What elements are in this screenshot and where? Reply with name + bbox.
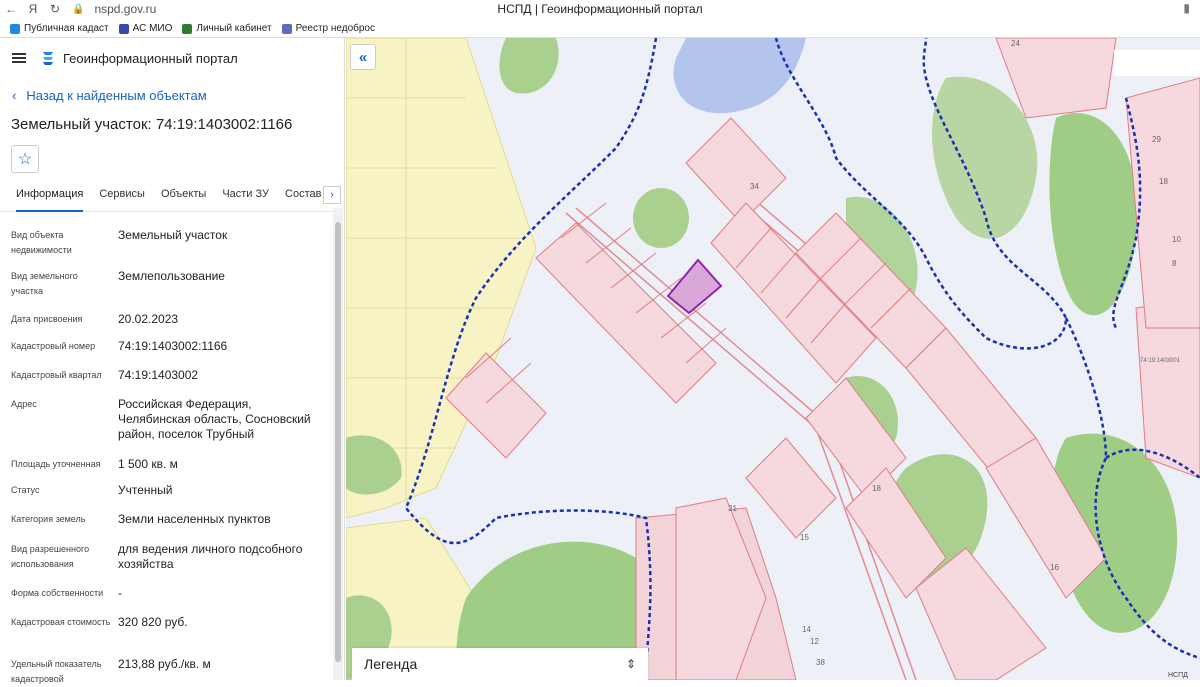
address-bar[interactable]: nspd.gov.ru: [94, 2, 156, 16]
star-icon: ☆: [17, 151, 33, 168]
object-info-panel: Геоинформационный портал ‹ Назад к найде…: [0, 38, 345, 684]
attribute-label: Кадастровая стоимость: [11, 617, 111, 627]
map-parcel-label: 12: [810, 637, 819, 646]
tabs-next-button[interactable]: ›: [323, 186, 341, 204]
attribute-value: 320 820 руб.: [118, 615, 188, 629]
attribute-value: Земельный участок: [118, 228, 228, 242]
legend-label: Легенда: [364, 656, 418, 672]
attribute-value: 213,88 руб./кв. м: [118, 657, 211, 671]
attribute-label: Вид разрешенного использования: [11, 544, 90, 569]
map-quarter-label: 74:19:1403001: [1140, 358, 1181, 364]
bookmark-item[interactable]: Публичная кадаст: [10, 23, 109, 34]
map-parcel-label: 18: [872, 484, 881, 493]
map-parcel-label: 21: [728, 504, 737, 513]
attribute-value: Учтенный: [118, 483, 173, 497]
map-parcel-label: 24: [1011, 39, 1020, 48]
menu-icon[interactable]: [12, 53, 26, 63]
tab-objects[interactable]: Объекты: [161, 184, 206, 212]
map-parcel-label: 10: [1172, 235, 1181, 244]
map-view[interactable]: 24 34 21 15 14 12 38 18 29 18 10 8 16 74…: [346, 38, 1200, 680]
map-parcel-label: 18: [1159, 177, 1168, 186]
attribute-value: 1 500 кв. м: [118, 457, 178, 471]
bookmark-favicon-icon: [281, 23, 292, 34]
attribute-label: Кадастровый квартал: [11, 370, 102, 380]
expand-collapse-icon[interactable]: ⇕: [626, 657, 636, 671]
bookmark-favicon-icon: [118, 23, 129, 34]
map-parcel-label: 14: [802, 625, 811, 634]
attribute-value: 20.02.2023: [118, 312, 179, 326]
tab-services[interactable]: Сервисы: [99, 184, 145, 212]
map-parcel-label: 8: [1172, 259, 1177, 268]
map-parcel-label: 29: [1152, 135, 1161, 144]
attribute-label: Удельный показатель кадастровой: [11, 659, 102, 684]
chevron-right-icon: ›: [330, 189, 334, 201]
map-attribution-label: НСПД: [1168, 672, 1188, 679]
bookmark-icon[interactable]: ▮: [1183, 1, 1190, 15]
bookmark-item[interactable]: АС МИО: [118, 23, 172, 34]
yandex-icon[interactable]: Я: [22, 2, 44, 16]
double-chevron-left-icon: «: [358, 48, 368, 66]
attribute-label: Категория земель: [11, 514, 86, 524]
attribute-label: Вид земельного участка: [11, 271, 78, 296]
attribute-value: 74:19:1403002: [118, 368, 199, 382]
attribute-label: Дата присвоения: [11, 314, 83, 324]
attribute-label: Адрес: [11, 399, 37, 409]
favorite-button[interactable]: ☆: [11, 145, 39, 173]
panel-scrollbar[interactable]: [333, 208, 343, 680]
object-tabs: Информация Сервисы Объекты Части ЗУ Сост…: [0, 184, 345, 212]
map-parcel-label: 38: [816, 658, 825, 667]
object-title: Земельный участок: 74:19:1403002:1166: [11, 116, 293, 133]
scrollbar-thumb[interactable]: [335, 222, 341, 662]
browser-toolbar: ← Я ↻ 🔒 nspd.gov.ru: [0, 0, 1200, 18]
portal-logo-icon: [43, 52, 53, 65]
reload-icon[interactable]: ↻: [44, 2, 66, 16]
attribute-label: Форма собственности: [11, 588, 104, 598]
attribute-value: Земли населенных пунктов: [118, 512, 271, 526]
bookmark-favicon-icon: [10, 23, 20, 34]
tab-parts[interactable]: Части ЗУ: [222, 184, 269, 212]
attribute-value: для ведения личного подсобного хозяйства: [118, 542, 303, 571]
map-parcel-label: 34: [750, 182, 759, 191]
attribute-label: Статус: [11, 485, 40, 495]
bookmark-item[interactable]: Личный кабинет: [182, 23, 272, 34]
back-nav-icon[interactable]: ←: [0, 2, 22, 16]
map-parcel-label: 16: [1050, 563, 1059, 572]
map-control-box: [1114, 50, 1200, 76]
back-to-results-link[interactable]: ‹ Назад к найденным объектам: [12, 88, 207, 103]
tab-composition[interactable]: Состав: [285, 184, 321, 212]
bookmark-favicon-icon: [182, 23, 193, 34]
legend-panel[interactable]: Легенда ⇕: [352, 648, 648, 680]
lock-icon: 🔒: [72, 3, 85, 15]
collapse-panel-button[interactable]: «: [350, 44, 376, 70]
chevron-left-icon: ‹: [12, 88, 17, 103]
bookmarks-bar: Публичная кадаст АС МИО Личный кабинет Р…: [0, 20, 1200, 38]
app-header: Геоинформационный портал: [0, 38, 345, 78]
attribute-value: Российская Федерация, Челябинская област…: [118, 397, 311, 441]
attribute-value: 74:19:1403002:1166: [118, 339, 228, 353]
attribute-label: Кадастровый номер: [11, 341, 96, 351]
tab-info[interactable]: Информация: [16, 184, 84, 212]
attribute-label: Вид объекта недвижимости: [11, 230, 72, 255]
map-canvas[interactable]: 24 34 21 15 14 12 38 18 29 18 10 8 16 74…: [346, 38, 1200, 680]
map-parcel-label: 15: [800, 533, 809, 542]
bookmark-item[interactable]: Реестр недоброс: [281, 23, 375, 34]
attribute-value: Землепользование: [118, 269, 225, 283]
attribute-value: -: [118, 586, 122, 600]
attribute-label: Площадь уточненная: [11, 459, 101, 469]
app-title: Геоинформационный портал: [63, 50, 238, 66]
